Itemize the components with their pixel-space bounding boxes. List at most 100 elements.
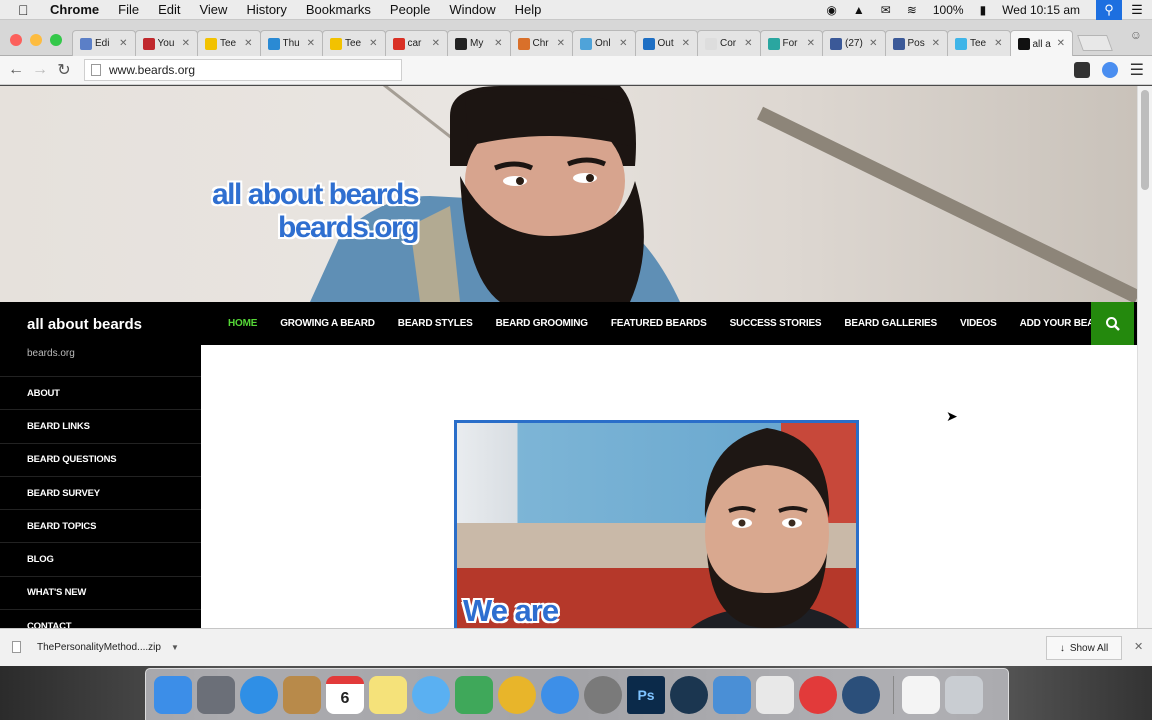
close-tab-icon[interactable]: ✕	[307, 38, 315, 49]
browser-tab[interactable]: My ✕	[447, 30, 511, 56]
browser-tab[interactable]: You ✕	[134, 30, 198, 56]
contacts-icon[interactable]	[283, 675, 321, 714]
quicktime-icon[interactable]	[842, 675, 880, 714]
mail-status-icon[interactable]: ✉	[881, 3, 891, 17]
trash-icon[interactable]	[945, 675, 983, 714]
browser-tab[interactable]: Tee ✕	[197, 30, 261, 56]
close-tab-icon[interactable]: ✕	[619, 38, 627, 49]
close-tab-icon[interactable]: ✕	[1057, 38, 1065, 49]
browser-tab[interactable]: Out ✕	[634, 30, 698, 56]
menu-view[interactable]: View	[199, 2, 227, 17]
battery-icon[interactable]: ▮	[980, 3, 987, 17]
close-tab-icon[interactable]: ✕	[807, 38, 815, 49]
sidebar-item-contact[interactable]: CONTACT	[0, 609, 201, 628]
battery-percent[interactable]: 100%	[933, 3, 964, 17]
show-all-downloads-button[interactable]: ↓ Show All	[1046, 636, 1122, 660]
menu-edit[interactable]: Edit	[158, 2, 180, 17]
app-store-icon[interactable]	[541, 675, 579, 714]
browser-tab[interactable]: Thu ✕	[259, 30, 323, 56]
spotlight-search-icon[interactable]: ⚲	[1096, 0, 1122, 20]
menu-app-name[interactable]: Chrome	[50, 2, 99, 17]
chevron-down-icon[interactable]: ▼	[171, 643, 179, 652]
menu-file[interactable]: File	[118, 2, 139, 17]
record-icon[interactable]: ◉	[826, 3, 836, 17]
extension-icon[interactable]	[1073, 62, 1090, 78]
menu-window[interactable]: Window	[449, 2, 495, 17]
extension-icon-blue[interactable]	[1101, 62, 1118, 78]
menu-people[interactable]: People	[390, 2, 430, 17]
close-tab-icon[interactable]: ✕	[932, 38, 940, 49]
calendar-icon[interactable]: 6	[326, 675, 364, 714]
site-title-link[interactable]: all about beards	[27, 316, 142, 333]
itunes-icon[interactable]	[799, 675, 837, 714]
notes-icon[interactable]	[369, 675, 407, 714]
featured-image[interactable]: We are	[454, 420, 859, 628]
close-tab-icon[interactable]: ✕	[182, 38, 190, 49]
profile-icon[interactable]: ☺	[1130, 28, 1142, 42]
sidebar-item-whats-new[interactable]: WHAT'S NEW	[0, 575, 201, 609]
wifi-icon[interactable]: ≋	[907, 3, 917, 17]
browser-tab[interactable]: For ✕	[759, 30, 823, 56]
close-tab-icon[interactable]: ✕	[869, 38, 877, 49]
steam-icon[interactable]	[670, 675, 708, 714]
browser-tab[interactable]: Pos ✕	[884, 30, 948, 56]
close-tab-icon[interactable]: ✕	[557, 38, 565, 49]
menu-help[interactable]: Help	[515, 2, 542, 17]
document-icon[interactable]	[902, 675, 940, 714]
browser-tab[interactable]: all a ✕	[1009, 30, 1073, 57]
photoshop-icon[interactable]: Ps	[627, 675, 665, 714]
launchpad-icon[interactable]	[197, 675, 235, 714]
sidebar-item-beard-topics[interactable]: BEARD TOPICS	[0, 509, 201, 542]
scrollbar-thumb[interactable]	[1141, 90, 1149, 190]
close-tab-icon[interactable]: ✕	[744, 38, 752, 49]
close-tab-icon[interactable]: ✕	[119, 38, 127, 49]
chrome-menu-icon[interactable]: ☰	[1130, 60, 1144, 80]
minimize-window-button[interactable]	[30, 34, 42, 46]
sidebar-item-beard-survey[interactable]: BEARD SURVEY	[0, 475, 201, 509]
close-tab-icon[interactable]: ✕	[682, 38, 690, 49]
close-tab-icon[interactable]: ✕	[244, 38, 252, 49]
browser-tab[interactable]: Tee ✕	[322, 30, 386, 56]
menu-bookmarks[interactable]: Bookmarks	[306, 2, 371, 17]
chrome-icon[interactable]	[498, 675, 536, 714]
new-tab-button[interactable]	[1077, 35, 1113, 51]
nav-growing-a-beard[interactable]: GROWING A BEARD	[280, 318, 375, 329]
close-download-bar-icon[interactable]: ✕	[1134, 640, 1143, 653]
page-scrollbar[interactable]	[1137, 86, 1152, 628]
browser-tab[interactable]: Tee ✕	[947, 30, 1011, 56]
finder-icon[interactable]	[154, 675, 192, 714]
forward-arrow-icon[interactable]: →	[28, 61, 52, 79]
browser-tab[interactable]: Onl ✕	[572, 30, 636, 56]
url-text[interactable]: www.beards.org	[109, 63, 195, 77]
browser-tab[interactable]: Cor ✕	[697, 30, 761, 56]
safari-icon[interactable]	[240, 675, 278, 714]
address-bar[interactable]: www.beards.org	[84, 59, 402, 81]
close-tab-icon[interactable]: ✕	[432, 38, 440, 49]
notification-center-icon[interactable]: ☰	[1122, 2, 1152, 18]
download-item[interactable]: ThePersonalityMethod....zip ▼	[4, 633, 188, 661]
zoom-window-button[interactable]	[50, 34, 62, 46]
menu-history[interactable]: History	[246, 2, 286, 17]
system-preferences-icon[interactable]	[584, 675, 622, 714]
close-tab-icon[interactable]: ✕	[494, 38, 502, 49]
download-filename[interactable]: ThePersonalityMethod....zip	[37, 642, 161, 653]
nav-featured-beards[interactable]: FEATURED BEARDS	[611, 318, 707, 329]
nav-success-stories[interactable]: SUCCESS STORIES	[730, 318, 822, 329]
mail-icon[interactable]	[713, 675, 751, 714]
reload-icon[interactable]: ↻	[52, 60, 76, 80]
back-arrow-icon[interactable]: ←	[4, 61, 28, 79]
close-tab-icon[interactable]: ✕	[369, 38, 377, 49]
browser-tab[interactable]: car ✕	[384, 30, 448, 56]
numbers-icon[interactable]	[455, 675, 493, 714]
browser-tab[interactable]: Edi ✕	[72, 30, 136, 56]
messages-icon[interactable]	[412, 675, 450, 714]
browser-tab[interactable]: Chr ✕	[509, 30, 573, 56]
browser-tab[interactable]: (27) ✕	[822, 30, 886, 56]
sidebar-item-about[interactable]: ABOUT	[0, 376, 201, 409]
drive-icon[interactable]: ▲	[853, 3, 865, 17]
nav-home[interactable]: HOME	[228, 318, 257, 329]
nav-videos[interactable]: VIDEOS	[960, 318, 997, 329]
clock[interactable]: Wed 10:15 am	[1002, 3, 1080, 17]
apple-menu-icon[interactable]: 	[18, 2, 36, 18]
nav-beard-styles[interactable]: BEARD STYLES	[398, 318, 473, 329]
